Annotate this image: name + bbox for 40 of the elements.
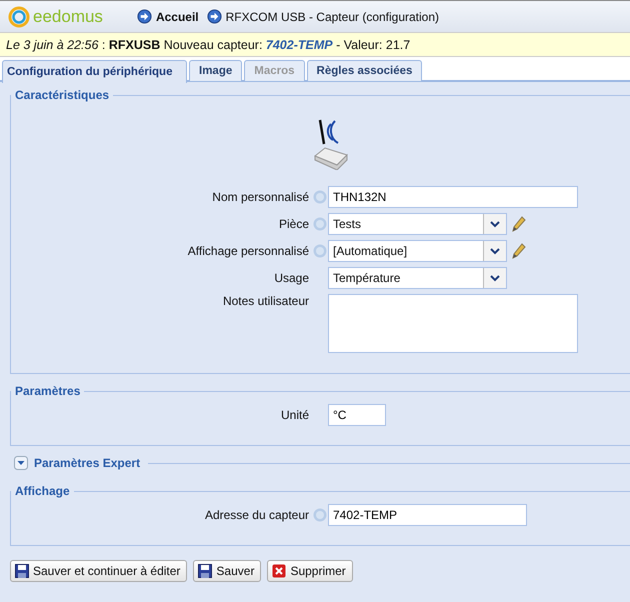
dropdown[interactable]: Tests [328,213,507,235]
help-icon[interactable] [313,217,327,231]
section-title: Paramètres [14,384,82,398]
notes-field[interactable] [328,294,578,353]
field-label: Adresse du capteur [204,508,309,522]
help-icon[interactable] [313,508,327,522]
field-label: Pièce [278,217,309,231]
section-title[interactable]: Paramètres Expert [30,456,144,470]
delete-icon [272,564,286,578]
field-label: Affichage personnalisé [188,244,309,258]
tab[interactable]: Configuration du périphérique [2,60,187,83]
breadcrumb-link[interactable]: Accueil [156,10,199,24]
action-button[interactable]: Sauver [193,560,262,582]
caret-icon [490,274,500,282]
dropdown[interactable]: Température [328,267,507,289]
input-field[interactable]: THN132N [328,186,578,208]
field-label: Nom personnalisé [212,190,309,204]
help-icon[interactable] [313,244,327,258]
action-button[interactable]: Supprimer [267,560,353,582]
field-label: Usage [274,271,309,285]
input-field[interactable]: °C [328,404,386,426]
dropdown[interactable]: [Automatique] [328,240,507,262]
breadcrumb-link[interactable]: RFXCOM USB - Capteur (configuration) [226,10,440,24]
action-button[interactable]: Sauver et continuer à éditer [10,560,188,582]
field-label: Unité [280,408,309,422]
section-title: Caractéristiques [14,88,110,102]
pencil-icon[interactable] [512,243,526,259]
caret-icon [490,248,500,254]
help-icon[interactable] [313,190,327,204]
caret-icon [490,220,500,228]
tab[interactable]: Règles associées [306,60,422,81]
notification-bar: Le 3 juin à 22:56 : RFXUSB Nouveau capteur: 7402-TEMP - Valeur: 21.7 [0,32,630,57]
section-title: Affichage [14,484,71,498]
logo-icon [8,6,30,28]
input-field[interactable]: 7402-TEMP [328,504,527,526]
logo-text: eedomus [33,6,103,26]
tab[interactable]: Image [189,60,242,81]
field-label: Notes utilisateur [222,294,309,308]
pencil-icon[interactable] [512,216,526,232]
toggle-icon[interactable] [14,456,28,470]
